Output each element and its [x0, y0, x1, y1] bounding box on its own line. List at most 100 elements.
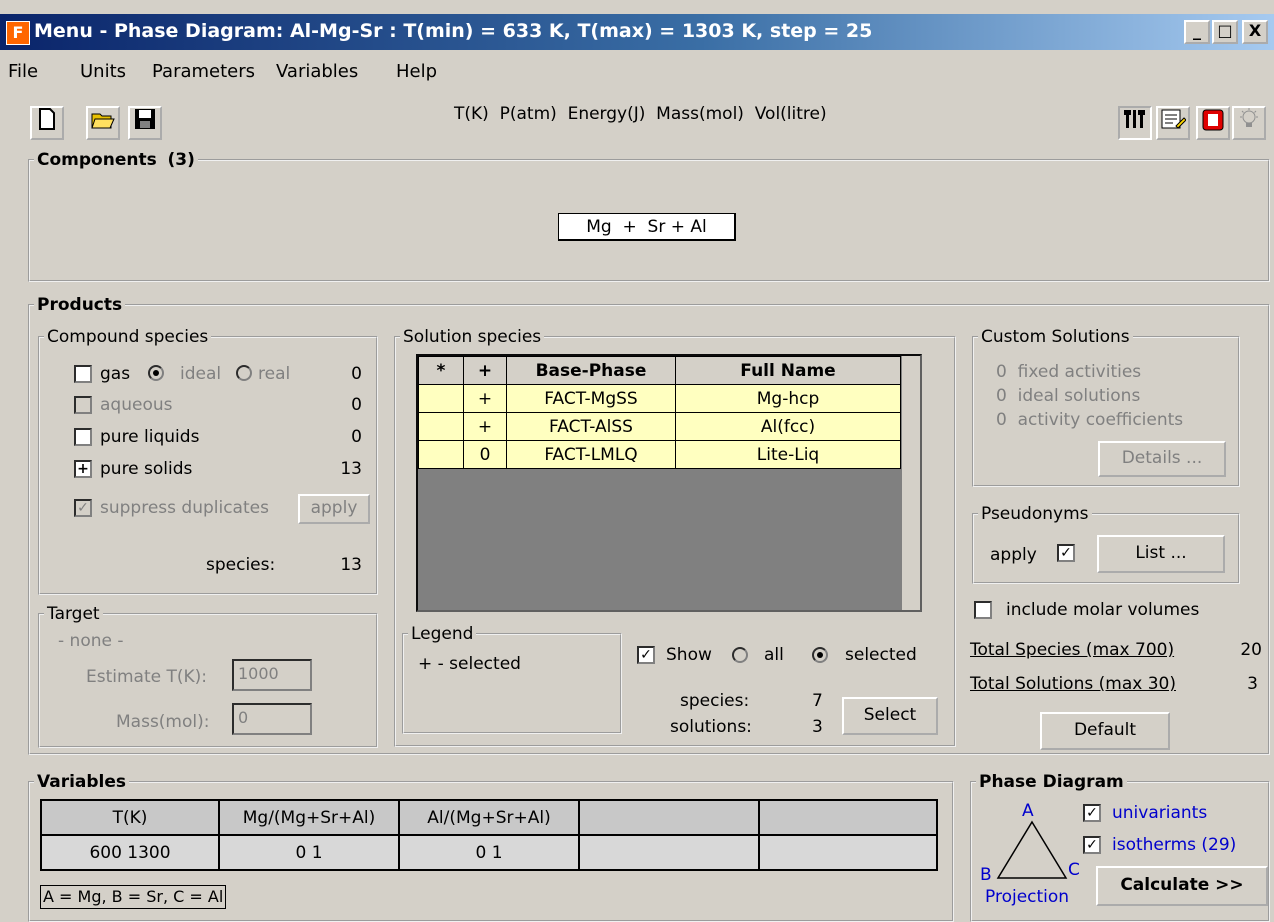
var-value-empty-2[interactable] — [758, 834, 938, 871]
var-value-mg[interactable]: 0 1 — [218, 834, 400, 871]
total-solutions-value: 3 — [1247, 674, 1258, 694]
aqueous-checkbox[interactable] — [74, 396, 92, 414]
menu-help[interactable]: Help — [396, 61, 437, 82]
activity-coefficients: 0 activity coefficients — [996, 410, 1184, 430]
suppress-duplicates-checkbox[interactable]: ✓ — [74, 499, 92, 517]
save-icon[interactable] — [128, 106, 162, 140]
col-base-phase[interactable]: Base-Phase — [506, 356, 676, 385]
components-count: (3) — [167, 150, 195, 170]
col-plus[interactable]: + — [463, 356, 507, 385]
variables-footer: A = Mg, B = Sr, C = Al — [40, 885, 227, 909]
col-full-name[interactable]: Full Name — [675, 356, 901, 385]
isotherms-checkbox[interactable]: ✓ — [1083, 836, 1101, 854]
variables-table: T(K) Mg/(Mg+Sr+Al) Al/(Mg+Sr+Al) 600 130… — [40, 799, 938, 871]
notes-icon[interactable] — [1156, 106, 1190, 140]
pure-liquids-checkbox[interactable] — [74, 428, 92, 446]
isotherms-label: isotherms (29) — [1112, 835, 1237, 855]
var-header-empty-2[interactable] — [758, 799, 938, 836]
list-button[interactable]: List ... — [1097, 535, 1225, 573]
pseudonyms-label: Pseudonyms — [981, 504, 1089, 524]
vertex-a: A — [1022, 801, 1034, 821]
vertex-b: B — [980, 865, 992, 885]
solutions-text: solutions: — [670, 717, 752, 737]
show-label: Show — [666, 645, 712, 665]
legend-group: Legend — [402, 624, 622, 734]
solution-species-count: 7 — [812, 691, 823, 711]
calculate-button[interactable]: Calculate >> — [1096, 866, 1268, 906]
show-selected-label: selected — [845, 645, 917, 665]
real-radio[interactable] — [236, 365, 252, 381]
legend-text: + - selected — [418, 654, 521, 674]
mass-label: Mass(mol): — [116, 712, 210, 732]
pure-solids-count: 13 — [340, 459, 362, 479]
solution-table: * + Base-Phase Full Name + FACT-MgSS Mg-… — [418, 356, 901, 469]
maximize-button[interactable]: □ — [1212, 20, 1238, 44]
ideal-solutions: 0 ideal solutions — [996, 386, 1141, 406]
var-header-empty-1[interactable] — [578, 799, 760, 836]
estimate-input[interactable]: 1000 — [232, 659, 312, 691]
legend-label: Legend — [411, 624, 474, 644]
menu-file[interactable]: File — [8, 61, 38, 82]
phase-diagram-label: Phase Diagram — [979, 772, 1124, 792]
pure-solids-checkbox[interactable]: + — [74, 460, 92, 478]
select-button[interactable]: Select — [842, 697, 938, 735]
compound-species-label-text: species: — [206, 555, 276, 575]
table-row[interactable]: 0 FACT-LMLQ Lite-Liq — [418, 440, 901, 469]
table-row[interactable]: + FACT-AlSS Al(fcc) — [418, 412, 901, 441]
solutions-count: 3 — [812, 717, 823, 737]
gas-checkbox[interactable] — [74, 365, 92, 383]
target-label: Target — [47, 604, 100, 624]
mass-input[interactable]: 0 — [232, 703, 312, 735]
stop-icon[interactable] — [1196, 106, 1230, 140]
var-value-empty-1[interactable] — [578, 834, 760, 871]
ideal-radio[interactable] — [148, 365, 164, 381]
col-star[interactable]: * — [418, 356, 464, 385]
real-label: real — [258, 364, 291, 384]
total-solutions-label[interactable]: Total Solutions (max 30) — [970, 674, 1176, 694]
target-none: - none - — [58, 631, 124, 651]
ideal-label: ideal — [180, 364, 222, 384]
show-checkbox[interactable]: ✓ — [637, 646, 655, 664]
menu-variables[interactable]: Variables — [276, 61, 358, 82]
table-row[interactable]: + FACT-MgSS Mg-hcp — [418, 384, 901, 413]
var-value-al[interactable]: 0 1 — [398, 834, 580, 871]
variables-value-row: 600 1300 0 1 0 1 — [40, 834, 938, 871]
bulb-icon[interactable] — [1232, 106, 1266, 140]
var-header-t[interactable]: T(K) — [40, 799, 220, 836]
new-icon[interactable] — [30, 106, 64, 140]
custom-solutions-label: Custom Solutions — [981, 327, 1130, 347]
var-header-mg[interactable]: Mg/(Mg+Sr+Al) — [218, 799, 400, 836]
show-selected-radio[interactable] — [812, 647, 828, 663]
triangle-icon — [996, 820, 1068, 879]
gas-label: gas — [100, 364, 131, 384]
var-value-t[interactable]: 600 1300 — [40, 834, 220, 871]
apply-button[interactable]: apply — [298, 494, 370, 524]
total-species-label[interactable]: Total Species (max 700) — [970, 640, 1174, 660]
pure-liquids-count: 0 — [351, 427, 362, 447]
solution-scrollbar[interactable] — [902, 356, 920, 610]
solution-species-text: species: — [680, 691, 750, 711]
components-field[interactable]: Mg + Sr + Al — [558, 213, 736, 241]
minimize-button[interactable]: _ — [1184, 20, 1210, 44]
aqueous-count: 0 — [351, 395, 362, 415]
default-button[interactable]: Default — [1040, 712, 1170, 750]
pure-solids-label: pure solids — [100, 459, 193, 479]
menu-units[interactable]: Units — [80, 61, 126, 82]
open-icon[interactable] — [86, 106, 120, 140]
tools-icon[interactable] — [1118, 106, 1152, 140]
menu-parameters[interactable]: Parameters — [152, 61, 255, 82]
univariants-checkbox[interactable]: ✓ — [1083, 804, 1101, 822]
title-bar: F Menu - Phase Diagram: Al-Mg-Sr : T(min… — [0, 14, 1274, 50]
show-all-radio[interactable] — [732, 647, 748, 663]
pseudonyms-apply-checkbox[interactable]: ✓ — [1057, 544, 1075, 562]
molar-volumes-checkbox[interactable] — [974, 601, 992, 619]
projection-label: Projection — [985, 887, 1070, 907]
variables-label: Variables — [37, 772, 127, 792]
details-button[interactable]: Details ... — [1098, 441, 1226, 477]
aqueous-label: aqueous — [100, 395, 173, 415]
variables-header-row: T(K) Mg/(Mg+Sr+Al) Al/(Mg+Sr+Al) — [40, 799, 938, 836]
var-header-al[interactable]: Al/(Mg+Sr+Al) — [398, 799, 580, 836]
pseudonyms-apply-label: apply — [990, 545, 1037, 565]
close-button[interactable]: X — [1242, 20, 1268, 44]
units-display: T(K) P(atm) Energy(J) Mass(mol) Vol(litr… — [454, 104, 827, 124]
